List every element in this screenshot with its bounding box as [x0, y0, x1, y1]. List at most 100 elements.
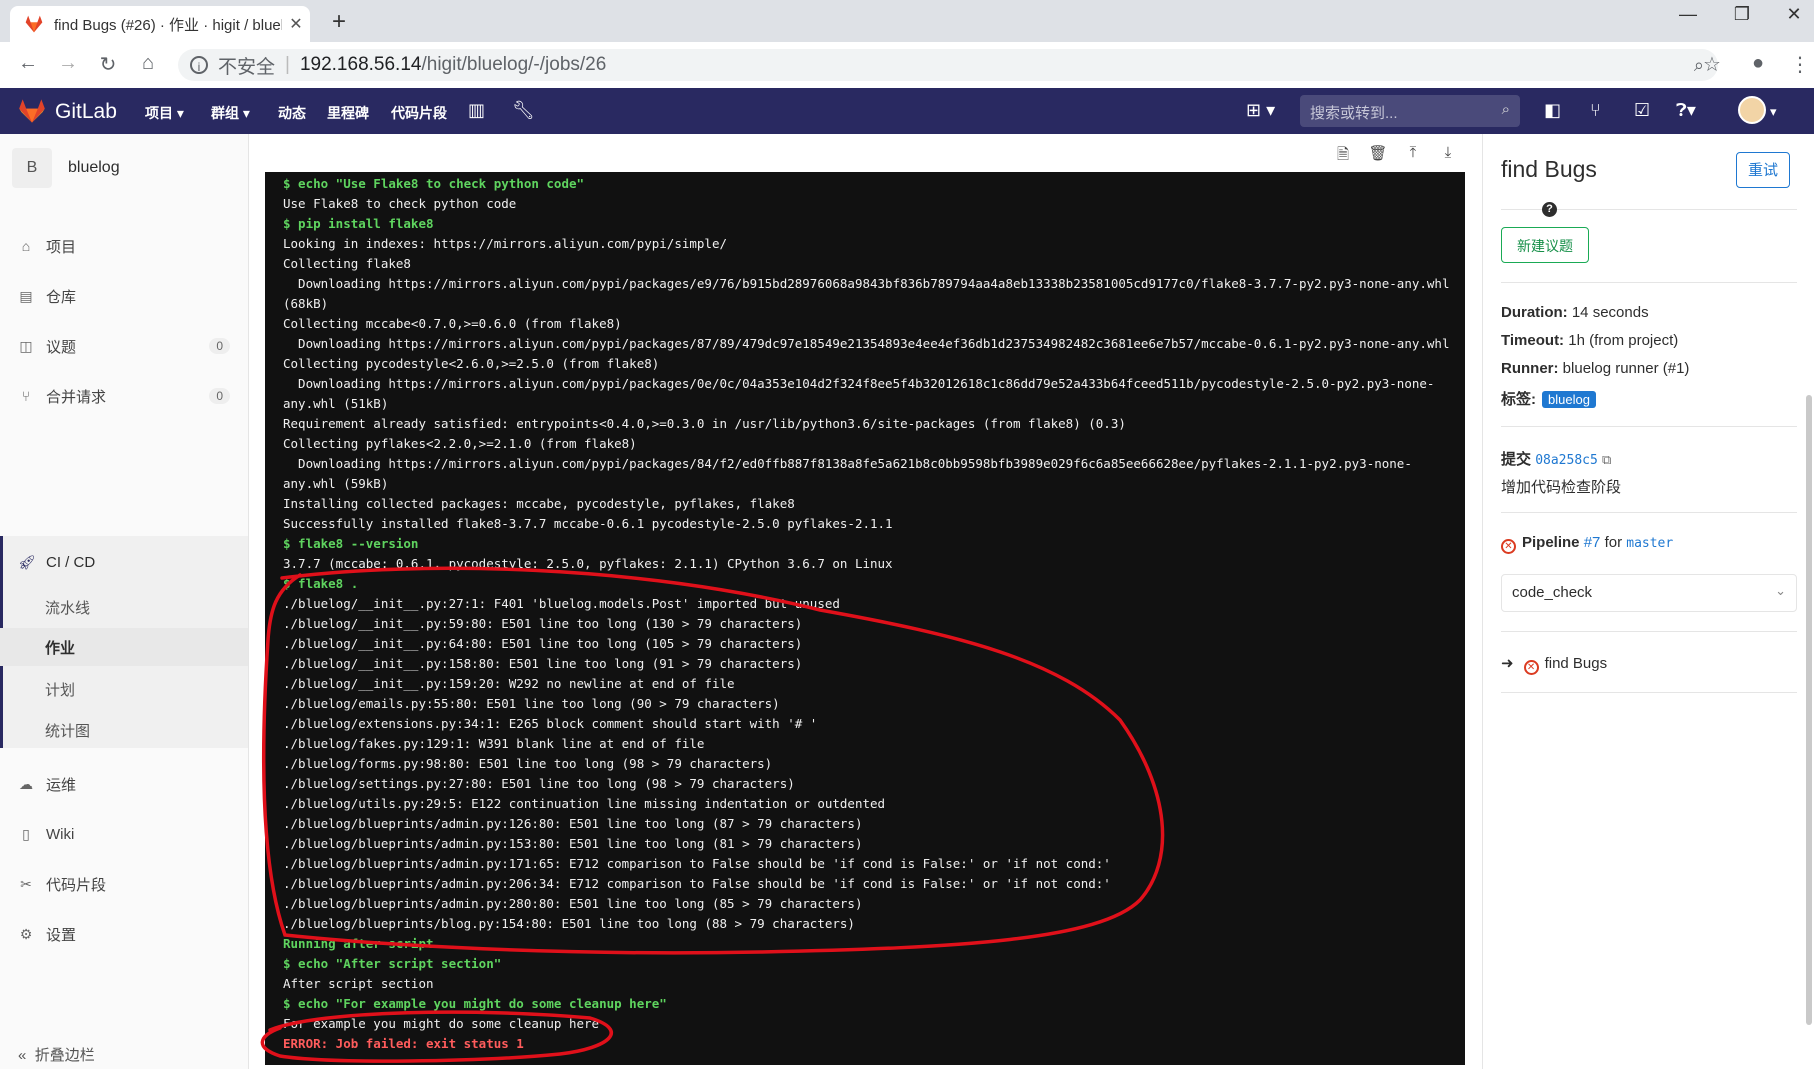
nav-projects[interactable]: 项目 ▾: [145, 103, 184, 123]
merge-request-icon[interactable]: ⑂: [1590, 100, 1601, 121]
sidebar-sub-charts[interactable]: 统计图: [0, 711, 248, 749]
tags-row: 标签: bluelog: [1501, 388, 1596, 409]
pipeline-link[interactable]: #7: [1584, 534, 1601, 551]
user-avatar[interactable]: [1738, 96, 1766, 124]
divider: [1501, 631, 1797, 632]
plus-dropdown-icon[interactable]: ⊞ ▾: [1246, 100, 1275, 121]
log-line: Successfully installed flake8-3.7.7 mcca…: [283, 516, 893, 531]
log-line: Collecting pycodestyle<2.6.0,>=2.5.0 (fr…: [283, 356, 660, 371]
sidebar-sub-jobs[interactable]: 作业: [0, 628, 248, 666]
nav-groups[interactable]: 群组 ▾: [211, 103, 250, 123]
sidebar-toggle-icon[interactable]: ◧: [1544, 100, 1561, 121]
bookmark-star-icon[interactable]: ☆: [1698, 52, 1726, 77]
url-field[interactable]: i 不安全 | 192.168.56.14/higit/bluelog/-/jo…: [178, 49, 1718, 81]
help-icon[interactable]: ❓︎▾: [1676, 100, 1696, 121]
reload-icon[interactable]: ↻: [94, 52, 122, 77]
copy-icon[interactable]: ⧉: [1602, 452, 1611, 467]
page-scrollbar[interactable]: [1806, 395, 1812, 1025]
log-line: Looking in indexes: https://mirrors.aliy…: [283, 236, 728, 251]
sidebar-item-label: 仓库: [46, 288, 77, 306]
retry-button[interactable]: 重试: [1736, 152, 1790, 188]
job-list-item[interactable]: ➜ ✕ find Bugs: [1501, 654, 1607, 675]
url-path: /higit/bluelog/-/jobs/26: [421, 54, 607, 75]
chevron-down-icon[interactable]: ▾: [1770, 104, 1777, 120]
profile-icon[interactable]: ●: [1744, 52, 1772, 75]
sidebar-item-project[interactable]: ⌂ 项目: [0, 226, 248, 266]
log-line: $ echo "Use Flake8 to check python code": [283, 176, 585, 191]
nav-snippets[interactable]: 代码片段: [391, 103, 447, 123]
nav-milestones[interactable]: 里程碑: [327, 103, 369, 123]
sidebar-item-label: 代码片段: [46, 876, 107, 894]
chart-icon[interactable]: ▥: [468, 100, 485, 121]
failed-status-icon: ✕: [1501, 539, 1516, 554]
sidebar-sub-pipelines[interactable]: 流水线: [0, 588, 248, 626]
divider: [1501, 426, 1797, 427]
search-input[interactable]: 搜索或转到... ⌕: [1300, 95, 1520, 127]
sidebar-item-merge-requests[interactable]: ⑂ 合并请求 0: [0, 376, 248, 416]
minimize-icon[interactable]: —: [1668, 4, 1708, 25]
nav-groups-label: 群组: [211, 105, 239, 121]
sidebar-item-label: 项目: [46, 238, 77, 256]
site-info-icon[interactable]: i: [190, 56, 208, 74]
log-line: ./bluelog/blueprints/admin.py:280:80: E5…: [283, 896, 863, 911]
gitlab-brand[interactable]: GitLab: [55, 100, 117, 124]
close-tab-icon[interactable]: ✕: [282, 14, 310, 34]
new-tab-icon[interactable]: +: [326, 8, 352, 36]
log-line: Downloading https://mirrors.aliyun.com/p…: [283, 456, 1412, 471]
scissors-icon: ✂: [20, 875, 32, 892]
log-line: Downloading https://mirrors.aliyun.com/p…: [283, 336, 1450, 351]
branch-link[interactable]: master: [1626, 536, 1673, 551]
sidebar-item-operations[interactable]: ☁ 运维: [0, 764, 248, 804]
browser-menu-icon[interactable]: ⋮: [1786, 52, 1814, 77]
close-window-icon[interactable]: ✕: [1774, 4, 1814, 25]
tag-badge: bluelog: [1542, 391, 1596, 408]
project-avatar: B: [12, 148, 52, 188]
commit-sha-link[interactable]: 08a258c5: [1535, 453, 1598, 468]
rocket-icon: 🚀︎: [18, 553, 36, 570]
browser-tab[interactable]: find Bugs (#26) · 作业 · higit / bluelog ✕: [10, 6, 310, 42]
todo-icon[interactable]: ☑: [1634, 100, 1650, 121]
log-line: $ echo "For example you might do some cl…: [283, 996, 667, 1011]
sidebar-item-wiki[interactable]: ▯ Wiki: [0, 814, 248, 854]
job-title: find Bugs: [1501, 156, 1597, 182]
log-line: Collecting flake8: [283, 256, 411, 271]
erase-log-icon[interactable]: 🗑︎: [1367, 144, 1389, 162]
scroll-bottom-icon[interactable]: ⤓: [1437, 144, 1459, 161]
collapse-sidebar-button[interactable]: « 折叠边栏: [18, 1044, 95, 1065]
runner-row: Runner: bluelog runner (#1): [1501, 360, 1689, 377]
gear-icon: ⚙: [19, 925, 33, 942]
restore-icon[interactable]: ❐: [1722, 4, 1762, 25]
log-line: Running after script...: [283, 936, 457, 951]
home-icon[interactable]: ⌂: [134, 52, 162, 75]
sidebar-item-cicd[interactable]: 🚀︎ CI / CD: [0, 542, 248, 582]
sidebar-item-settings[interactable]: ⚙ 设置: [0, 914, 248, 954]
project-header[interactable]: B bluelog: [12, 148, 120, 188]
log-line: Downloading https://mirrors.aliyun.com/p…: [283, 276, 1450, 291]
sidebar-sub-schedules[interactable]: 计划: [0, 670, 248, 708]
question-icon[interactable]: ?: [1542, 202, 1557, 217]
log-line: Collecting mccabe<0.7.0,>=0.6.0 (from fl…: [283, 316, 622, 331]
log-line: ./bluelog/__init__.py:158:80: E501 line …: [283, 656, 803, 671]
search-placeholder: 搜索或转到...: [1310, 105, 1398, 122]
insecure-label: 不安全: [218, 56, 276, 78]
forward-icon[interactable]: →: [54, 52, 82, 75]
sidebar-item-label: Wiki: [46, 825, 75, 843]
log-line: $ flake8 .: [283, 576, 359, 591]
sidebar-item-issues[interactable]: ◫ 议题 0: [0, 326, 248, 366]
project-name: bluelog: [68, 159, 120, 176]
scroll-top-icon[interactable]: ⤒: [1402, 144, 1424, 161]
stage-dropdown[interactable]: code_check ⌄: [1501, 574, 1797, 612]
runner-value: bluelog runner (#1): [1562, 360, 1690, 377]
sidebar-item-repository[interactable]: ▤ 仓库: [0, 276, 248, 316]
wrench-icon[interactable]: 🔧︎: [512, 100, 535, 121]
back-icon[interactable]: ←: [14, 52, 42, 75]
raw-log-icon[interactable]: 🗎︎: [1332, 144, 1354, 169]
log-line: (68kB): [283, 296, 329, 311]
new-issue-button[interactable]: 新建议题: [1501, 227, 1589, 263]
nav-activity[interactable]: 动态: [278, 103, 306, 123]
sidebar-item-snippets[interactable]: ✂ 代码片段: [0, 864, 248, 904]
sidebar-sub-label: 作业: [45, 639, 76, 657]
gitlab-logo-icon[interactable]: [18, 98, 46, 124]
search-icon: ⌕: [1501, 101, 1510, 118]
tab-title: find Bugs (#26) · 作业 · higit / bluelog: [54, 16, 282, 34]
